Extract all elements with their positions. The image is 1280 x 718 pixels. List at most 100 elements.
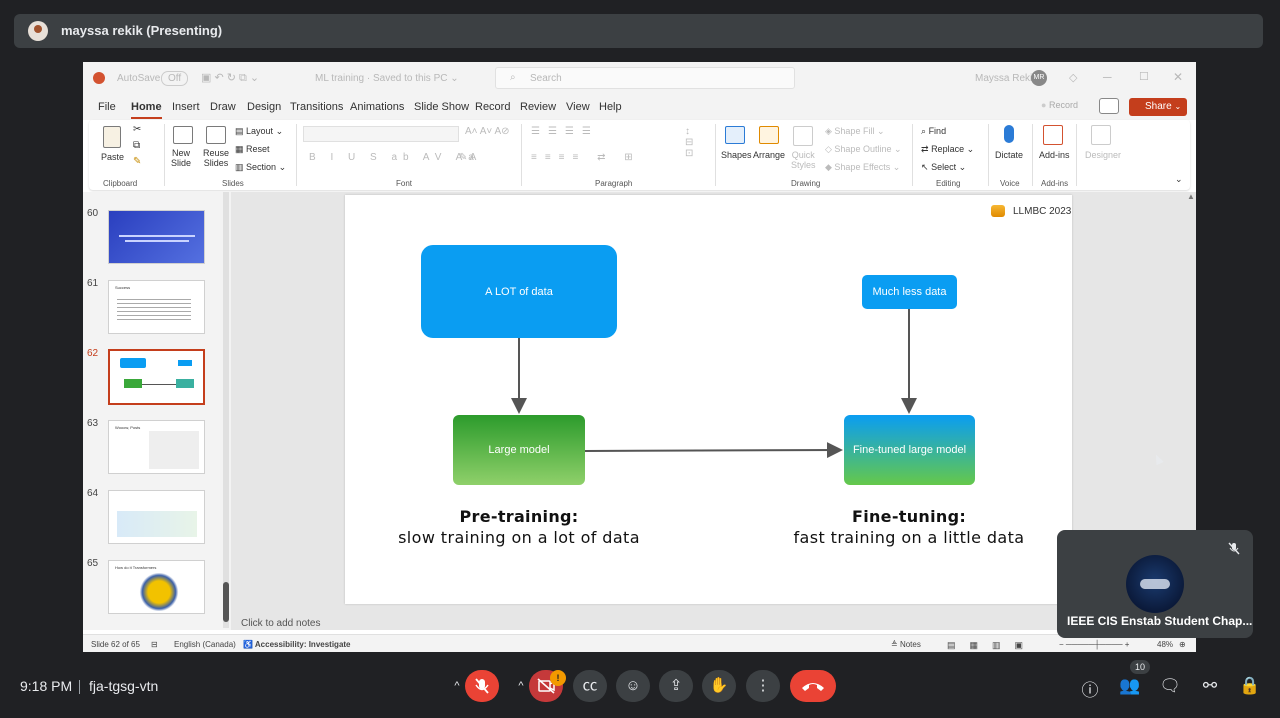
font-color-icons: ✎ A [459,152,477,163]
emoji-icon: ☺ [625,677,641,694]
maximize-icon: ☐ [1139,71,1149,83]
language-status: English (Canada) [174,640,236,649]
shape-fill-button: ◈ Shape Fill ⌄ [825,126,885,136]
thumbnail-scroll-thumb [223,582,229,622]
zoom-level: 48% [1157,640,1174,649]
menu-design: Design [247,101,282,113]
spellcheck-icon: ⊟ [151,640,158,649]
ribbon-divider [164,124,165,186]
reuse-slides-label: Reuse Slides [203,148,230,168]
fit-slide-icon: ⊕ [1179,640,1186,649]
thumbnail-shape [178,360,192,366]
ppt-status-bar: Slide 62 of 65 ⊟ English (Canada) ♿ Acce… [83,634,1196,652]
video-options-chevron-icon[interactable]: ^ [511,670,531,702]
more-options-button[interactable]: ⋮ [746,670,780,702]
thumbnail-slide-60 [108,210,205,264]
microphone-off-button[interactable] [465,670,499,702]
arrange-label: Arrange [753,150,786,160]
replace-label: Replace [931,144,965,154]
replace-button: ⇄ Replace ⌄ [921,144,975,154]
minimize-icon: ─ [1103,70,1112,84]
people-button[interactable]: 👥 [1119,676,1141,696]
finetuning-title: Fine-tuning: [851,507,967,526]
raise-hand-button[interactable]: ✋ [702,670,736,702]
ribbon-divider [912,124,913,186]
participant-tile[interactable]: IEEE CIS Enstab Student Chap... [1057,530,1253,638]
group-voice: Voice [1000,179,1020,188]
layout-icon: ▤ [235,126,244,136]
powerpoint-icon [93,72,105,84]
share-button: Share ⌄ [1129,98,1187,116]
comments-icon [1099,98,1119,114]
quick-styles-label: Quick Styles [791,150,816,170]
audio-options-chevron-icon[interactable]: ^ [447,670,467,702]
new-slide-icon [173,126,193,144]
presenter-name: mayssa rekik (Presenting) [61,23,223,38]
search-input: ⌕ Search [495,67,795,89]
emoji-button[interactable]: ☺ [616,670,650,702]
more-vertical-icon: ⋮ [755,677,771,694]
chat-icon: 🗨 [1159,676,1181,695]
host-controls-button[interactable]: 🔒 [1239,676,1261,696]
thumbnail-title: How do it Transformers [115,565,157,570]
pretraining-title: Pre-training: [459,507,579,526]
leave-call-button[interactable] [790,670,836,702]
group-paragraph: Paragraph [595,179,633,188]
thumbnail-shape [124,379,142,388]
shapes-icon [725,126,745,144]
menu-slide-show: Slide Show [414,101,470,113]
format-painter-icon: ✎ [133,156,142,167]
select-label: Select [931,162,957,172]
activities-icon: ⚯ [1202,676,1218,695]
thumbnail-number: 62 [87,348,99,359]
finetuning-subtitle: fast training on a little data [793,528,1025,547]
shapes-label: Shapes [721,150,752,160]
group-font: Font [396,179,413,188]
menu-view: View [566,101,590,113]
thumbnail-number: 63 [87,418,99,429]
addins-label: Add-ins [1039,150,1070,160]
shape-fill-label: Shape Fill [834,126,875,136]
meeting-time: 9:18 PM [20,678,73,694]
accessibility-icon: ♿ [243,640,253,649]
autosave-toggle: Off [161,71,189,86]
view-mode-icons: ▤▦▥▣ [947,640,1038,650]
notes-placeholder: Click to add notes [241,618,321,629]
muted-mic-icon [1227,542,1241,556]
share-label: Share [1145,101,1172,112]
thumbnail-table [149,431,199,469]
chat-button[interactable]: 🗨 [1159,676,1181,696]
ppt-titlebar: AutoSave Off ▣ ↶ ↻ ⧉ ⌄ ML training · Sav… [83,62,1196,94]
text-direction-icons: ↕ ⊟ ⊡ [685,126,694,159]
slide-thumbnail-pane: 60 61 Success 62 63 Wooow, Posts 64 65 H… [83,192,231,630]
arrow-model-to-finetuned [584,442,843,459]
lock-person-icon: 🔒 [1239,676,1261,695]
presenter-avatar [28,21,48,41]
font-size-icons: A˄ A˅ A⊘ [465,126,510,137]
accessibility-status: ♿ Accessibility: Investigate [243,640,351,649]
record-label: Record [1048,100,1078,110]
copy-icon: ⧉ [133,140,141,151]
captions-button[interactable]: ㏄ [573,670,607,702]
meeting-info-button[interactable]: ⓘ [1079,676,1101,701]
quick-access-icons: ▣ ↶ ↻ ⧉ ⌄ [201,72,260,84]
thumbnail-title: Success [115,285,131,290]
shape-outline-button: ◇ Shape Outline ⌄ [825,144,902,154]
designer-label: Designer [1085,150,1122,160]
section-label: Section [246,162,277,172]
notes-icon: ≜ [891,640,898,649]
ribbon-divider [1032,124,1033,186]
thumbnail-text-line [125,240,189,242]
menu-help: Help [599,101,622,113]
shape-effects-label: Shape Effects [834,162,891,172]
list-icons: ☰☰☰☰ [531,126,599,137]
activities-button[interactable]: ⚯ [1199,676,1221,696]
paste-icon [103,126,121,148]
thumbnail-slide-65: How do it Transformers [108,560,205,614]
paste-label: Paste [101,152,125,162]
present-screen-button[interactable]: ⇪ [659,670,693,702]
thumbnail-slide-64 [108,490,205,544]
zoom-slider: − ─────┼──── + [1059,640,1130,649]
ppt-ribbon: Paste ✂ ⧉ ✎ Clipboard New Slide Reuse Sl… [89,120,1190,190]
notes-button: ≜ Notes [891,640,921,649]
